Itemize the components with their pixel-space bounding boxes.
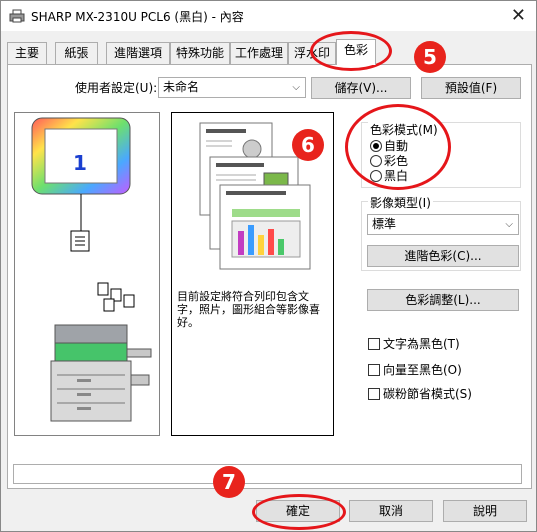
tab-label: 主要 (14, 46, 39, 60)
default-button[interactable]: 預設值(F) (421, 77, 521, 99)
callout-5: 5 (414, 41, 446, 73)
close-icon[interactable]: ✕ (511, 5, 526, 26)
checkbox-vector-black[interactable]: 向量至黑色(O) (368, 361, 462, 378)
tab-strip: 主要 紙張 進階選項 特殊功能 工作處理 浮水印 色彩 (7, 39, 532, 65)
user-settings-value: 未命名 (163, 80, 200, 94)
cancel-button[interactable]: 取消 (349, 500, 433, 522)
tab-label: 工作處理 (234, 46, 283, 60)
tab-label: 特殊功能 (175, 46, 224, 60)
help-button[interactable]: 說明 (443, 500, 527, 522)
printer-illustration (31, 117, 152, 422)
checkbox-toner-save[interactable]: 碳粉節省模式(S) (368, 385, 472, 402)
tab-special[interactable]: 特殊功能 (170, 42, 230, 64)
image-type-dropdown[interactable]: 標準 ⌵ (367, 214, 519, 235)
checkbox[interactable] (368, 388, 380, 400)
checkbox-label: 向量至黑色(O) (383, 363, 462, 377)
window-title: SHARP MX-2310U PCL6 (黑白) - 內容 (31, 10, 244, 24)
checkbox-text-black[interactable]: 文字為黑色(T) (368, 335, 460, 352)
tab-label: 色彩 (343, 43, 368, 57)
checkbox[interactable] (368, 364, 380, 376)
tab-color[interactable]: 色彩 (336, 39, 376, 65)
setting-description: 目前設定將符合列印包含文字，照片，圖形組合等影像喜好。 (177, 290, 320, 329)
checkbox-label: 碳粉節省模式(S) (383, 387, 472, 401)
tab-label: 紙張 (64, 46, 89, 60)
chevron-down-icon: ⌵ (505, 219, 513, 230)
highlight-ring-ok (252, 494, 346, 530)
color-adjust-button[interactable]: 色彩調整(L)... (367, 289, 519, 311)
printer-preview: 1 (14, 112, 160, 436)
title-bar: SHARP MX-2310U PCL6 (黑白) - 內容 ✕ (1, 1, 536, 31)
user-settings-label: 使用者設定(U): (75, 81, 158, 95)
highlight-ring-color-mode (345, 104, 451, 190)
copies-number: 1 (73, 151, 87, 175)
printer-icon (9, 9, 25, 23)
save-button[interactable]: 儲存(V)... (311, 77, 411, 99)
checkbox[interactable] (368, 338, 380, 350)
callout-6: 6 (292, 129, 324, 161)
image-type-label: 影像類型(I) (368, 194, 433, 211)
tab-label: 進階選項 (113, 46, 162, 60)
callout-7: 7 (213, 466, 245, 498)
user-settings-dropdown[interactable]: 未命名 ⌵ (158, 77, 306, 98)
properties-window: SHARP MX-2310U PCL6 (黑白) - 內容 ✕ 主要 紙張 進階… (0, 0, 537, 532)
status-bar (13, 464, 522, 484)
tab-advanced[interactable]: 進階選項 (106, 42, 170, 64)
tab-job-handling[interactable]: 工作處理 (230, 42, 288, 64)
tab-main[interactable]: 主要 (7, 42, 47, 64)
checkbox-label: 文字為黑色(T) (383, 337, 460, 351)
image-type-value: 標準 (372, 217, 397, 231)
tab-paper[interactable]: 紙張 (55, 42, 98, 64)
chevron-down-icon: ⌵ (292, 82, 300, 93)
advanced-color-button[interactable]: 進階色彩(C)... (367, 245, 519, 267)
